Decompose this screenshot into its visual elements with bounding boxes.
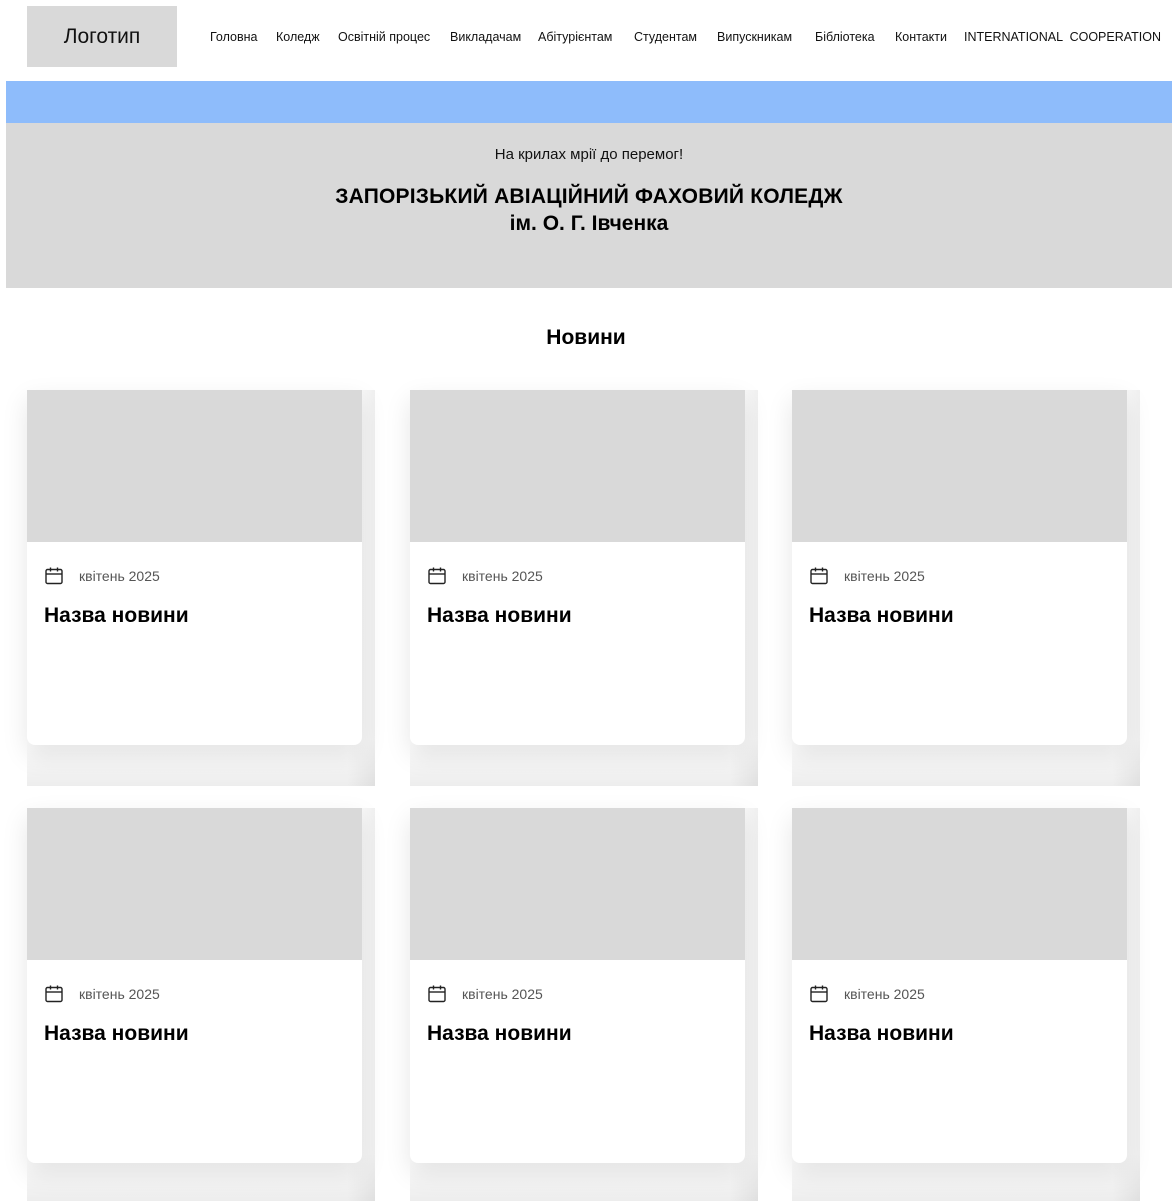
hero-tagline: На крилах мрії до перемог! [494, 146, 684, 163]
news-card[interactable]: квітень 2025 Назва новини [27, 808, 362, 1163]
news-card[interactable]: квітень 2025 Назва новини [792, 808, 1127, 1163]
nav-item-education-process[interactable]: Освітній процес [338, 29, 430, 45]
calendar-icon [810, 567, 828, 585]
nav-item-library[interactable]: Бібліотека [815, 29, 875, 45]
news-date: квітень 2025 [844, 986, 925, 1002]
hero-banner: На крилах мрії до перемог! ЗАПОРІЗЬКИЙ А… [6, 123, 1172, 288]
calendar-icon [810, 985, 828, 1003]
news-title[interactable]: Назва новини [809, 604, 954, 628]
news-card[interactable]: квітень 2025 Назва новини [27, 390, 362, 745]
news-date: квітень 2025 [462, 986, 543, 1002]
news-image-placeholder [792, 808, 1127, 960]
news-image-placeholder [27, 808, 362, 960]
news-date-row: квітень 2025 [44, 984, 160, 1004]
nav-item-contacts[interactable]: Контакти [895, 29, 947, 45]
news-image-placeholder [410, 808, 745, 960]
news-date-row: квітень 2025 [427, 566, 543, 586]
nav-item-college[interactable]: Коледж [276, 29, 320, 45]
calendar-icon [428, 985, 446, 1003]
news-card[interactable]: квітень 2025 Назва новини [410, 808, 745, 1163]
news-card[interactable]: квітень 2025 Назва новини [792, 390, 1127, 745]
nav-item-students[interactable]: Студентам [634, 29, 697, 45]
news-image-placeholder [792, 390, 1127, 542]
news-title[interactable]: Назва новини [44, 1022, 189, 1046]
nav-item-home[interactable]: Головна [210, 29, 258, 45]
news-date: квітень 2025 [79, 986, 160, 1002]
news-date-row: квітень 2025 [809, 984, 925, 1004]
nav-item-applicants[interactable]: Абітурієнтам [538, 29, 612, 45]
news-date-row: квітень 2025 [44, 566, 160, 586]
hero-title: ЗАПОРІЗЬКИЙ АВІАЦІЙНИЙ ФАХОВИЙ КОЛЕДЖ [335, 185, 843, 208]
logo[interactable]: Логотип [27, 6, 177, 67]
news-date-row: квітень 2025 [427, 984, 543, 1004]
news-card[interactable]: квітень 2025 Назва новини [410, 390, 745, 745]
calendar-icon [45, 985, 63, 1003]
news-title[interactable]: Назва новини [427, 604, 572, 628]
news-date: квітень 2025 [79, 568, 160, 584]
news-image-placeholder [27, 390, 362, 542]
news-title[interactable]: Назва новини [427, 1022, 572, 1046]
news-date: квітень 2025 [844, 568, 925, 584]
calendar-icon [428, 567, 446, 585]
hero-subtitle: ім. О. Г. Івченка [509, 212, 669, 235]
site-header: Логотип Головна Коледж Освітній процес В… [0, 0, 1172, 78]
nav-item-teachers[interactable]: Викладачам [450, 29, 521, 45]
calendar-icon [45, 567, 63, 585]
news-heading: Новини [546, 326, 626, 349]
news-date: квітень 2025 [462, 568, 543, 584]
news-title[interactable]: Назва новини [44, 604, 189, 628]
news-title[interactable]: Назва новини [809, 1022, 954, 1046]
accent-strip [6, 81, 1172, 123]
news-date-row: квітень 2025 [809, 566, 925, 586]
nav-item-international-cooperation[interactable]: INTERNATIONAL COOPERATION [964, 29, 1161, 45]
page: Логотип Головна Коледж Освітній процес В… [0, 0, 1172, 1201]
news-image-placeholder [410, 390, 745, 542]
nav-item-graduates[interactable]: Випускникам [717, 29, 792, 45]
